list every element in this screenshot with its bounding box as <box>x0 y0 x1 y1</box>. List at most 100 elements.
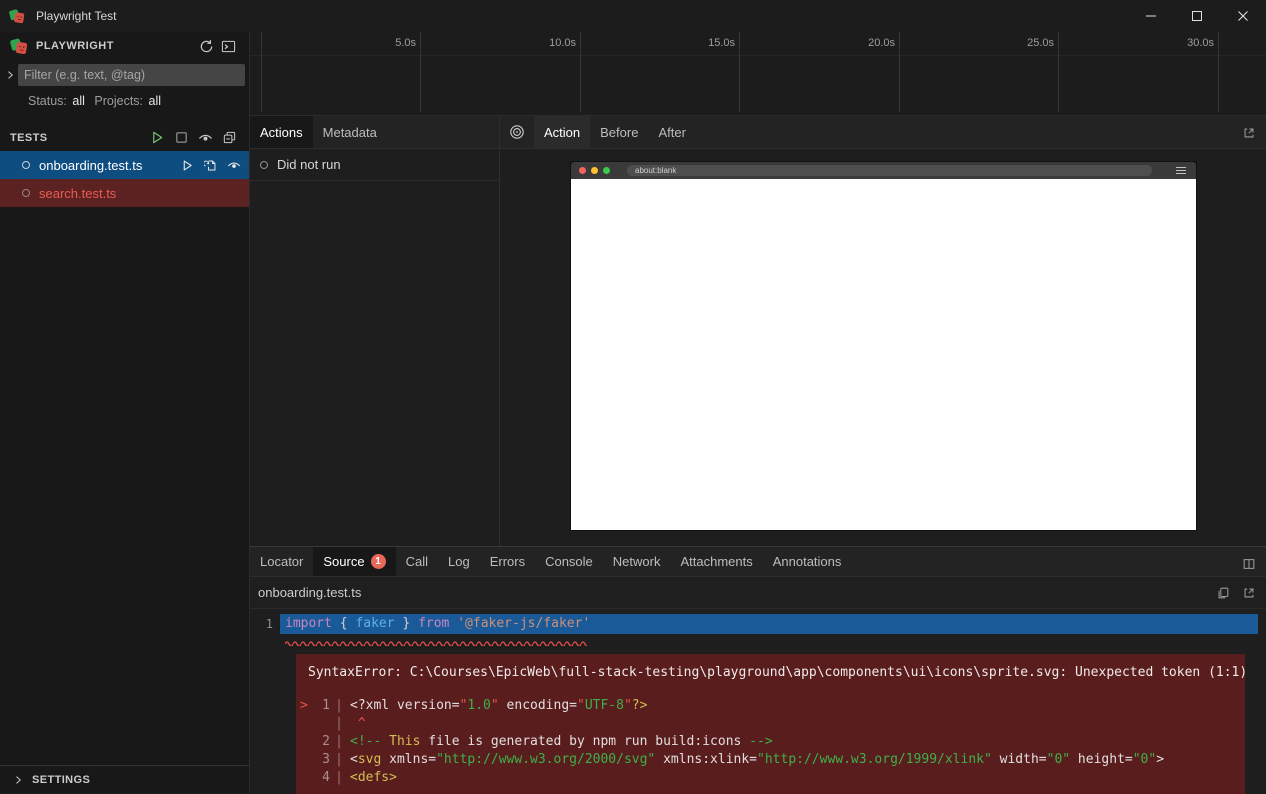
sidebar-title: PLAYWRIGHT <box>36 40 195 52</box>
playwright-masks-icon <box>10 37 28 55</box>
split-view-button[interactable] <box>1242 557 1256 571</box>
popout-snapshot-button[interactable] <box>1242 126 1256 140</box>
tab-label: Actions <box>260 125 303 140</box>
tab-label: Metadata <box>323 125 377 140</box>
browser-chrome: about:blank <box>571 162 1196 179</box>
timeline-divider <box>250 55 1266 56</box>
window-controls <box>1128 0 1266 32</box>
tab-action[interactable]: Action <box>534 116 590 148</box>
run-test-button[interactable] <box>181 159 194 172</box>
tab-network[interactable]: Network <box>603 547 671 576</box>
tab-label: Source <box>323 554 364 569</box>
window-title: Playwright Test <box>36 9 116 23</box>
tests-title: TESTS <box>10 132 150 144</box>
actions-panel: Actions Metadata Did not run <box>250 116 500 546</box>
tab-label: Attachments <box>680 554 752 569</box>
stop-button[interactable] <box>174 130 189 145</box>
snapshot-panel: Action Before After <box>500 116 1266 546</box>
settings-title: SETTINGS <box>32 774 90 786</box>
chevron-right-icon <box>10 772 26 788</box>
bottom-tabstrip: Locator Source 1 Call Log Errors Console… <box>250 547 1266 577</box>
tab-after[interactable]: After <box>648 116 695 148</box>
browser-snapshot: about:blank <box>571 162 1196 530</box>
timeline-tick <box>580 32 581 112</box>
browser-page-blank <box>571 179 1196 530</box>
codeframe-row: 2|<!-- This file is generated by npm run… <box>300 733 1237 751</box>
actions-tabstrip: Actions Metadata <box>250 116 499 149</box>
source-viewer: 1 import { faker } from '@faker-js/faker… <box>250 609 1266 794</box>
refresh-button[interactable] <box>195 35 217 57</box>
tab-label: Annotations <box>773 554 842 569</box>
chevron-right-icon[interactable] <box>2 67 18 83</box>
collapse-all-button[interactable] <box>222 130 237 145</box>
tab-label: Log <box>448 554 470 569</box>
close-button[interactable] <box>1220 0 1266 32</box>
timeline-tick-label: 15.0s <box>708 37 739 49</box>
tab-metadata[interactable]: Metadata <box>313 116 387 148</box>
codeframe-row: 4|<defs> <box>300 769 1237 787</box>
did-not-run-row: Did not run <box>250 149 499 181</box>
run-all-button[interactable] <box>150 130 165 145</box>
tab-call[interactable]: Call <box>396 547 438 576</box>
tab-errors[interactable]: Errors <box>480 547 535 576</box>
test-file-name: onboarding.test.ts <box>39 158 142 173</box>
codeframe-row: | ^ <box>300 715 1237 733</box>
show-source-button[interactable] <box>204 159 217 172</box>
tab-annotations[interactable]: Annotations <box>763 547 852 576</box>
watch-test-button[interactable] <box>227 158 241 172</box>
codeframe-row: 3|<svg xmlns="http://www.w3.org/2000/svg… <box>300 751 1237 769</box>
test-status-circle-icon <box>22 161 30 169</box>
empty-message: Did not run <box>277 157 341 172</box>
minimize-button[interactable] <box>1128 0 1174 32</box>
terminal-button[interactable] <box>217 35 239 57</box>
projects-value[interactable]: all <box>149 94 162 108</box>
timeline-tick-label: 10.0s <box>549 37 580 49</box>
bottom-panel: Locator Source 1 Call Log Errors Console… <box>250 546 1266 793</box>
timeline-scrubber[interactable]: 5.0s 10.0s 15.0s 20.0s 25.0s 30.0s <box>250 32 1266 116</box>
tab-locator[interactable]: Locator <box>250 547 313 576</box>
timeline-tick <box>899 32 900 112</box>
maximize-button[interactable] <box>1174 0 1220 32</box>
status-circle-icon <box>260 161 268 169</box>
timeline-tick-label: 25.0s <box>1027 37 1058 49</box>
tab-label: Call <box>406 554 428 569</box>
sidebar: PLAYWRIGHT Status: all Projects: all TES… <box>0 32 250 793</box>
projects-label: Projects: <box>94 94 143 108</box>
traffic-light-yellow-icon <box>591 167 598 174</box>
open-in-editor-button[interactable] <box>1242 586 1256 600</box>
timeline-tick-label: 30.0s <box>1187 37 1218 49</box>
tests-section-header: TESTS <box>0 124 249 151</box>
traffic-light-red-icon <box>579 167 586 174</box>
status-value[interactable]: all <box>72 94 85 108</box>
tab-console[interactable]: Console <box>535 547 603 576</box>
error-message: SyntaxError: C:\Courses\EpicWeb\full-sta… <box>308 664 1237 682</box>
browser-menu-icon <box>1176 167 1186 174</box>
tab-actions[interactable]: Actions <box>250 116 313 148</box>
timeline-tick <box>1218 32 1219 112</box>
tab-label: After <box>658 125 685 140</box>
tab-before[interactable]: Before <box>590 116 648 148</box>
test-row-search[interactable]: search.test.ts <box>0 179 249 207</box>
watch-all-button[interactable] <box>198 130 213 145</box>
filter-input[interactable] <box>18 64 245 86</box>
tab-label: Action <box>544 125 580 140</box>
pick-locator-button[interactable] <box>500 116 534 148</box>
source-filebar: onboarding.test.ts <box>250 577 1266 609</box>
tab-attachments[interactable]: Attachments <box>670 547 762 576</box>
import-statement: import { faker } from '@faker-js/faker' <box>280 614 1258 634</box>
snapshot-tabstrip: Action Before After <box>500 116 1266 149</box>
tab-log[interactable]: Log <box>438 547 480 576</box>
timeline-tick <box>420 32 421 112</box>
tab-source[interactable]: Source 1 <box>313 547 395 576</box>
error-count-badge: 1 <box>371 554 386 569</box>
filter-row <box>0 62 249 88</box>
timeline-tick-label: 5.0s <box>395 37 420 49</box>
test-row-onboarding[interactable]: onboarding.test.ts <box>0 151 249 179</box>
timeline-tick <box>1058 32 1059 112</box>
main-area: 5.0s 10.0s 15.0s 20.0s 25.0s 30.0s Actio… <box>250 32 1266 793</box>
tab-label: Network <box>613 554 661 569</box>
test-status-circle-icon <box>22 189 30 197</box>
copy-path-button[interactable] <box>1216 586 1230 600</box>
tab-label: Errors <box>490 554 525 569</box>
settings-section[interactable]: SETTINGS <box>0 765 249 793</box>
